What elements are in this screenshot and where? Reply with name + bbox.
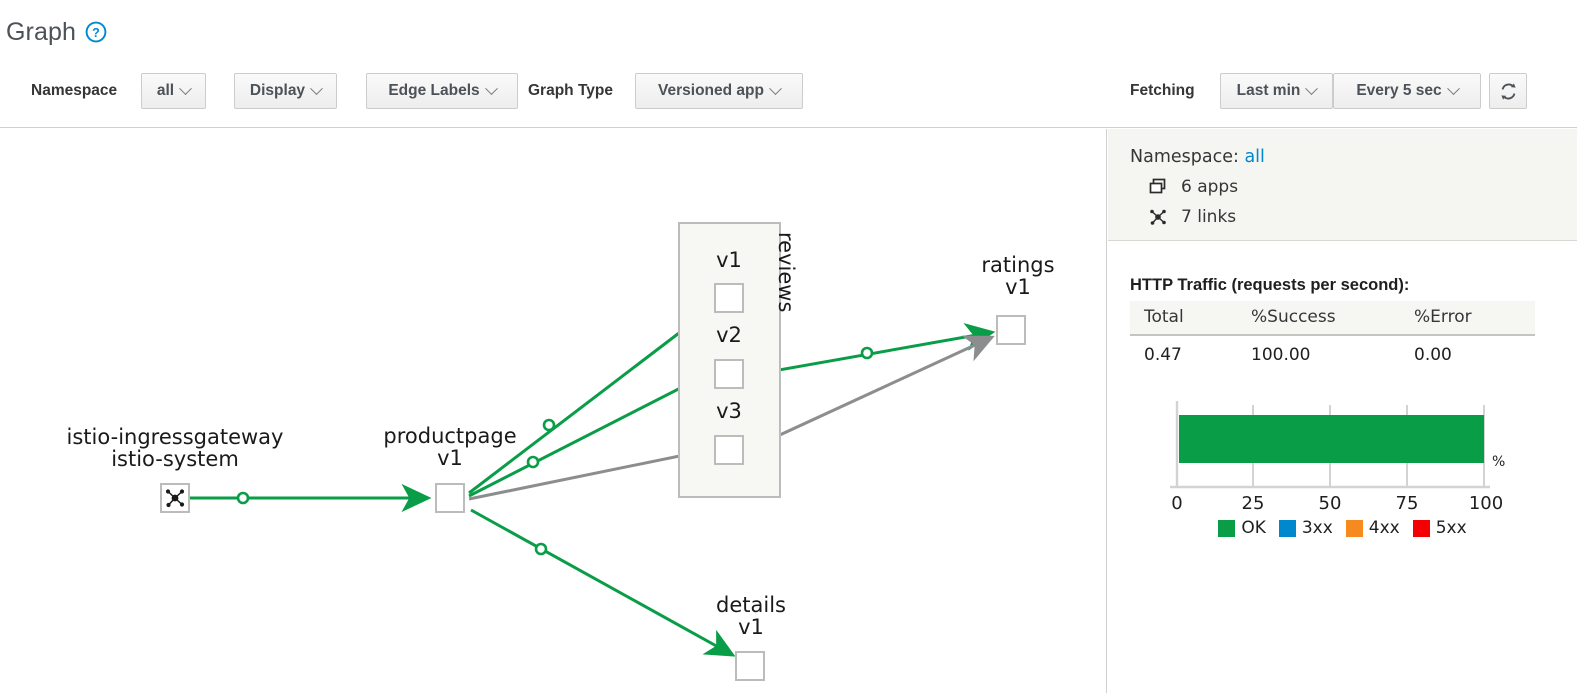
cell-error: 0.00 (1414, 345, 1452, 365)
chart-bar-ok (1179, 415, 1484, 463)
node-ingressgateway[interactable] (160, 483, 190, 513)
links-graph-icon (1150, 209, 1166, 225)
mesh-gateway-icon (165, 489, 185, 508)
legend-label-4xx: 4xx (1368, 518, 1400, 538)
refresh-button[interactable] (1489, 73, 1527, 109)
display-dropdown-label: Display (249, 82, 306, 99)
duration-dropdown[interactable]: Last min (1220, 73, 1333, 109)
refresh-interval-dropdown[interactable]: Every 5 sec (1333, 73, 1481, 109)
question-circle-icon[interactable]: ? (85, 21, 107, 43)
column-header-error: %Error (1400, 301, 1535, 336)
node-ratings[interactable] (996, 315, 1026, 345)
node-reviews-v3[interactable] (714, 435, 744, 465)
edge-midpoint-marker (236, 491, 250, 505)
chevron-down-icon (484, 81, 498, 95)
column-header-success: %Success (1237, 301, 1400, 336)
apps-count-row: 6 apps (1148, 177, 1238, 197)
duration-dropdown-value: Last min (1236, 82, 1301, 99)
chevron-down-icon (1305, 81, 1319, 95)
page-header: Graph ? (0, 0, 1577, 62)
http-traffic-chart: % 0 25 50 75 100 OK 3xx 4xx 5xx (1130, 391, 1555, 551)
apps-count-text: 6 apps (1181, 177, 1239, 197)
legend-swatch-5xx (1412, 519, 1430, 537)
traffic-bar-chart-svg: % 0 25 50 75 100 (1170, 401, 1505, 514)
column-header-total: Total (1130, 301, 1237, 336)
namespace-summary-block: Namespace: all 6 apps 7 links (1108, 129, 1577, 241)
page-title: Graph (6, 18, 76, 46)
apps-stack-icon (1149, 178, 1166, 194)
legend-swatch-3xx (1278, 519, 1296, 537)
legend-label-5xx: 5xx (1435, 518, 1467, 538)
chart-xtick-label: 0 (1171, 493, 1182, 514)
refresh-icon (1500, 82, 1516, 100)
table-row: 0.47 100.00 0.00 (1130, 335, 1535, 369)
node-label-productpage: productpage v1 (383, 424, 517, 470)
group-label-reviews: reviews (774, 232, 798, 313)
chart-xtick-label: 50 (1319, 493, 1342, 514)
namespace-summary-link[interactable]: all (1244, 147, 1264, 167)
edge-midpoint-marker (534, 542, 548, 556)
namespace-label: Namespace (31, 82, 118, 99)
chevron-down-icon (310, 81, 323, 95)
table-header-row: Total %Success %Error (1130, 301, 1535, 336)
refresh-interval-dropdown-value: Every 5 sec (1356, 82, 1442, 99)
chart-xtick-label: 75 (1396, 493, 1419, 514)
cell-total: 0.47 (1144, 345, 1182, 365)
legend-item-ok[interactable]: OK (1218, 518, 1266, 538)
namespace-summary-line: Namespace: all (1130, 147, 1265, 167)
node-label-ingressgateway: istio-ingressgateway istio-system (66, 425, 284, 471)
chart-xtick-label: 100 (1469, 493, 1503, 514)
edge-labels-dropdown[interactable]: Edge Labels (366, 73, 518, 109)
chevron-down-icon (769, 81, 782, 95)
chevron-down-icon (179, 81, 192, 95)
node-reviews-v1[interactable] (714, 283, 744, 313)
legend-swatch-ok (1218, 519, 1236, 537)
node-productpage[interactable] (435, 483, 465, 513)
svg-text:?: ? (92, 26, 100, 40)
node-reviews-v2[interactable] (714, 359, 744, 389)
chart-xtick-label: 25 (1242, 493, 1265, 514)
node-label-ratings: ratings v1 (981, 253, 1055, 299)
chevron-down-icon (1446, 81, 1460, 95)
legend-swatch-4xx (1345, 519, 1363, 537)
legend-item-4xx[interactable]: 4xx (1345, 518, 1400, 538)
links-count-row: 7 links (1148, 207, 1236, 227)
fetching-label: Fetching (1130, 82, 1195, 99)
legend-label-3xx: 3xx (1301, 518, 1333, 538)
chart-legend: OK 3xx 4xx 5xx (1130, 518, 1555, 538)
node-label-reviews-v3: v3 (716, 399, 742, 423)
kiali-graph-page: Graph ? Namespace all Display Edge Label… (0, 0, 1577, 693)
graph-type-label: Graph Type (528, 82, 613, 99)
graph-summary-panel: Namespace: all 6 apps 7 links HTTP Traff… (1108, 129, 1577, 693)
node-label-details: details v1 (716, 593, 786, 639)
node-details[interactable] (735, 651, 765, 681)
edge-labels-dropdown-label: Edge Labels (388, 82, 480, 99)
cell-success: 100.00 (1251, 345, 1311, 365)
namespace-dropdown-value: all (156, 82, 175, 99)
service-graph-canvas[interactable]: istio-ingressgateway istio-system produc… (0, 129, 1107, 693)
legend-label-ok: OK (1241, 518, 1266, 538)
legend-item-5xx[interactable]: 5xx (1412, 518, 1467, 538)
namespace-dropdown[interactable]: all (141, 73, 206, 109)
display-dropdown[interactable]: Display (234, 73, 337, 109)
http-traffic-title: HTTP Traffic (requests per second): (1130, 276, 1410, 294)
namespace-summary-prefix: Namespace: (1130, 147, 1239, 167)
edge-midpoint-marker (860, 346, 874, 360)
http-traffic-table: Total %Success %Error 0.47 100.00 0.00 (1130, 301, 1535, 369)
node-label-reviews-v2: v2 (716, 323, 742, 347)
graph-type-dropdown-value: Versioned app (658, 82, 764, 99)
chart-unit-label: % (1492, 454, 1505, 470)
links-count-text: 7 links (1181, 207, 1237, 227)
graph-edges-layer (190, 309, 996, 657)
legend-item-3xx[interactable]: 3xx (1278, 518, 1333, 538)
node-label-reviews-v1: v1 (716, 248, 742, 272)
graph-type-dropdown[interactable]: Versioned app (635, 73, 803, 109)
